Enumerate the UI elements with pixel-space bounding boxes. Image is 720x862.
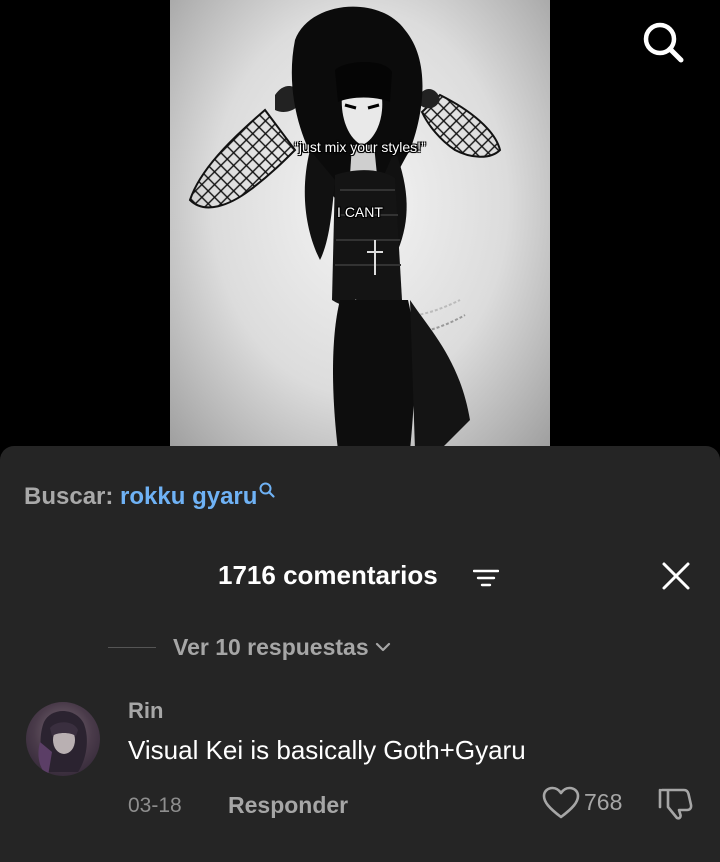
- search-button[interactable]: [637, 16, 689, 68]
- video-caption-line-2: I CANT: [337, 204, 383, 220]
- like-count: 768: [584, 789, 623, 815]
- filter-icon[interactable]: [473, 568, 499, 588]
- comments-count: 1716 comentarios: [218, 560, 438, 590]
- search-icon: [643, 22, 684, 63]
- video-frame[interactable]: “just mix your styles!” I CANT: [170, 0, 550, 450]
- video-player[interactable]: “just mix your styles!” I CANT: [0, 0, 720, 450]
- comment-username[interactable]: Rin: [128, 698, 163, 724]
- search-suggestion-query[interactable]: rokku gyaru: [120, 483, 257, 510]
- chevron-down-icon: [375, 642, 390, 652]
- comment-text: Visual Kei is basically Goth+Gyaru: [128, 735, 526, 765]
- heart-icon[interactable]: [541, 786, 581, 820]
- search-suggestion[interactable]: Buscar: rokku gyaru: [24, 482, 276, 511]
- reply-button[interactable]: Responder: [228, 792, 348, 819]
- video-figure-image: [188, 6, 502, 450]
- video-caption-line-1: “just mix your styles!”: [294, 139, 426, 155]
- comments-header: 1716 comentarios: [0, 560, 720, 592]
- thumbs-down-icon[interactable]: [656, 786, 694, 820]
- comment-date: 03-18: [128, 794, 182, 817]
- avatar[interactable]: [26, 702, 100, 776]
- close-icon[interactable]: [660, 560, 692, 592]
- search-icon: [259, 482, 276, 498]
- search-suggestion-label: Buscar:: [24, 483, 114, 510]
- view-replies[interactable]: Ver 10 respuestas: [108, 632, 391, 662]
- view-replies-label[interactable]: Ver 10 respuestas: [173, 634, 369, 661]
- divider: [108, 646, 156, 648]
